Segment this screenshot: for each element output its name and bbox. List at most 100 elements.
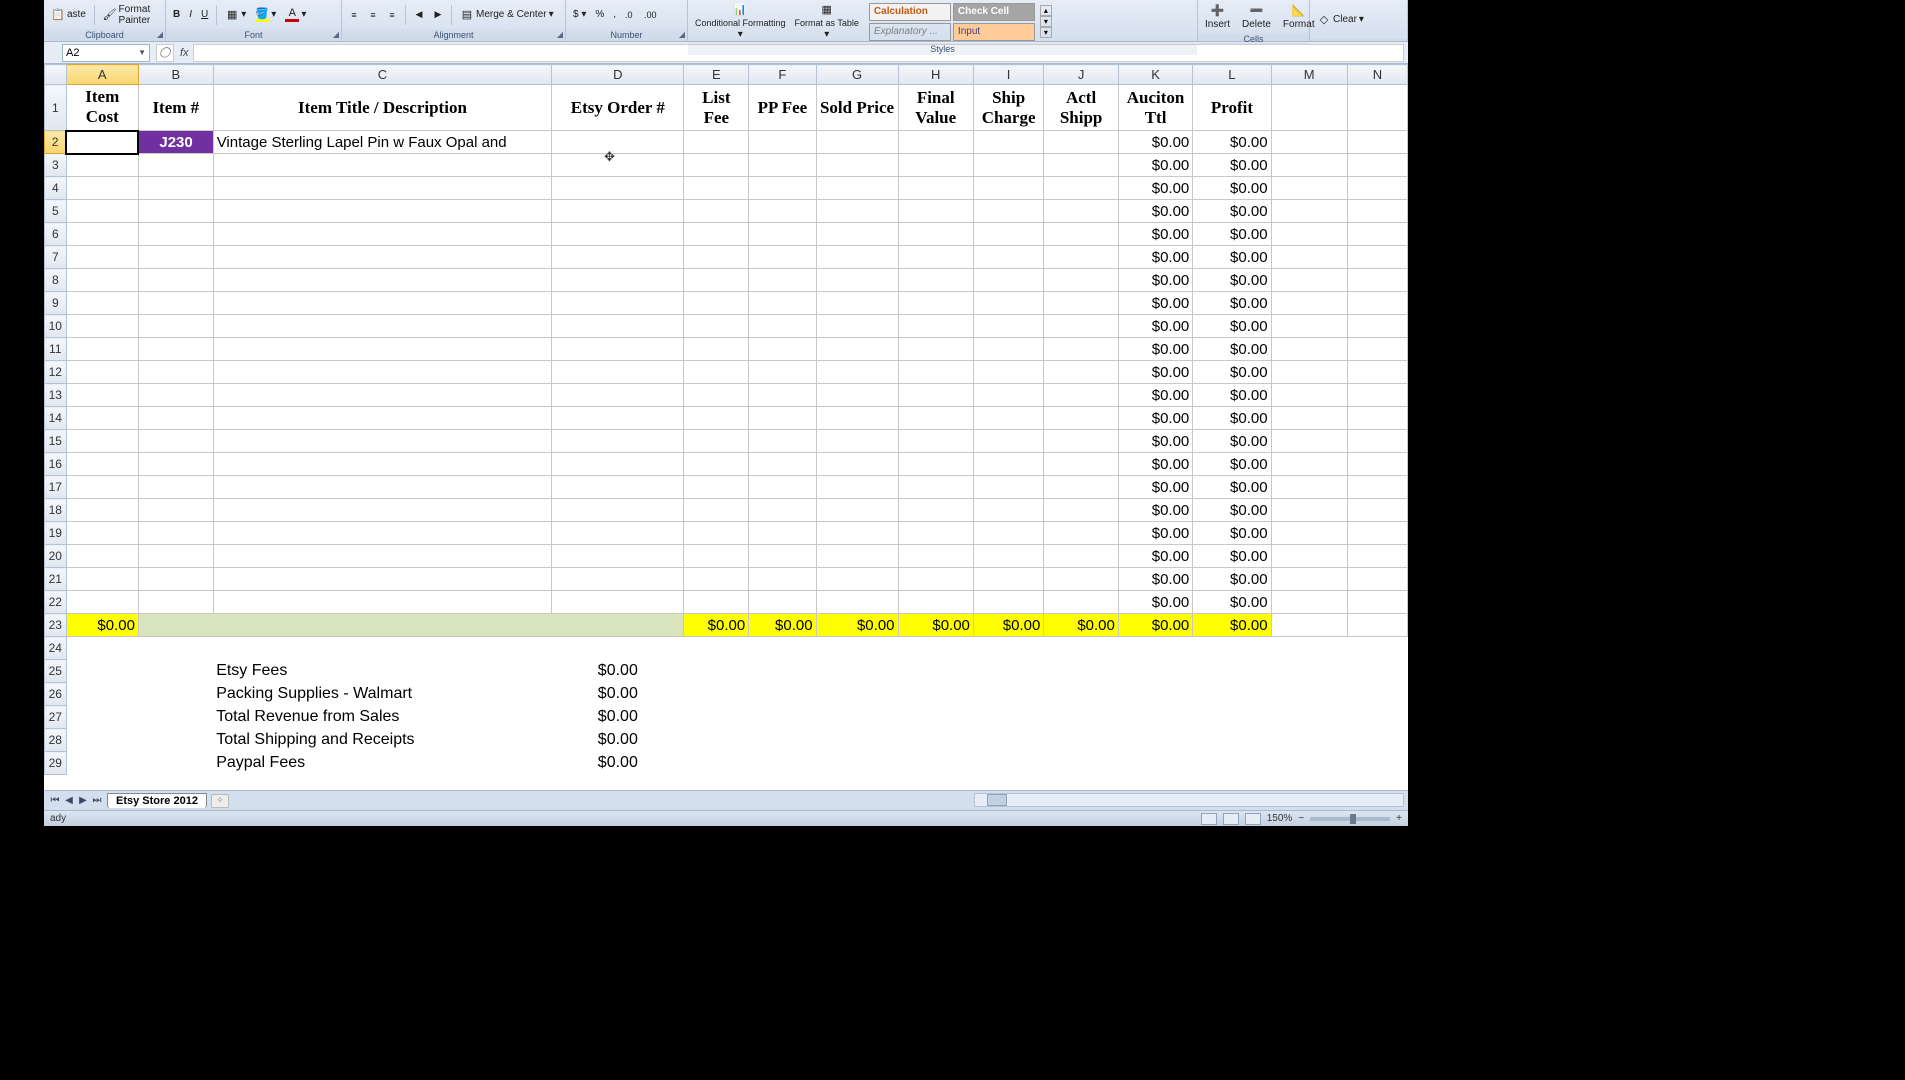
- cell[interactable]: [898, 476, 973, 499]
- cell[interactable]: [898, 660, 973, 683]
- cell[interactable]: [66, 522, 138, 545]
- cell[interactable]: [138, 660, 213, 683]
- style-explanatory[interactable]: Explanatory ...: [869, 23, 951, 41]
- header-cell[interactable]: Item #: [138, 85, 213, 131]
- cell[interactable]: [66, 499, 138, 522]
- cell[interactable]: [749, 683, 816, 706]
- cell[interactable]: [973, 545, 1043, 568]
- cell[interactable]: [1347, 706, 1407, 729]
- cell[interactable]: [552, 430, 684, 453]
- cell[interactable]: [138, 430, 213, 453]
- cell[interactable]: $0.00: [1193, 453, 1271, 476]
- cell[interactable]: [1271, 752, 1347, 775]
- cell[interactable]: [898, 384, 973, 407]
- cell[interactable]: [973, 729, 1043, 752]
- dialog-launcher-icon[interactable]: ◢: [679, 30, 685, 39]
- cell[interactable]: [684, 131, 749, 154]
- cell[interactable]: [1347, 522, 1407, 545]
- cell[interactable]: [898, 453, 973, 476]
- cell[interactable]: [1271, 85, 1347, 131]
- cell[interactable]: [749, 545, 816, 568]
- row-header[interactable]: 10: [45, 315, 67, 338]
- cell[interactable]: [1118, 729, 1192, 752]
- cell[interactable]: [816, 361, 898, 384]
- column-header[interactable]: I: [973, 65, 1043, 85]
- cell[interactable]: [66, 384, 138, 407]
- outdent-button[interactable]: ◀: [411, 9, 427, 21]
- cell[interactable]: [1347, 246, 1407, 269]
- tab-first-button[interactable]: ⏮: [48, 795, 62, 806]
- cell[interactable]: [1044, 683, 1119, 706]
- header-cell[interactable]: Etsy Order #: [552, 85, 684, 131]
- cell[interactable]: [816, 729, 898, 752]
- cell[interactable]: [552, 292, 684, 315]
- cell[interactable]: [973, 453, 1043, 476]
- cell[interactable]: $0.00: [1193, 545, 1271, 568]
- cell[interactable]: [1347, 384, 1407, 407]
- cell[interactable]: $0.00: [1118, 591, 1192, 614]
- cell[interactable]: [1271, 430, 1347, 453]
- row-header[interactable]: 15: [45, 430, 67, 453]
- spreadsheet-grid[interactable]: ABCDEFGHIJKLMN1ItemCostItem #Item Title …: [44, 64, 1408, 790]
- cell[interactable]: [749, 752, 816, 775]
- cell[interactable]: [1347, 683, 1407, 706]
- row-header[interactable]: 13: [45, 384, 67, 407]
- cell[interactable]: [749, 246, 816, 269]
- cell[interactable]: [138, 223, 213, 246]
- row-header[interactable]: 11: [45, 338, 67, 361]
- new-sheet-button[interactable]: ✧: [211, 794, 229, 808]
- cell[interactable]: [66, 660, 138, 683]
- cell[interactable]: [552, 637, 684, 660]
- cell[interactable]: $0.00: [1118, 476, 1192, 499]
- page-break-button[interactable]: [1245, 813, 1261, 825]
- cell[interactable]: [1347, 591, 1407, 614]
- cell[interactable]: [1347, 407, 1407, 430]
- cell[interactable]: $0.00: [1193, 292, 1271, 315]
- cell[interactable]: [138, 269, 213, 292]
- cell[interactable]: $0.00: [1193, 499, 1271, 522]
- cell[interactable]: [973, 591, 1043, 614]
- cell[interactable]: $0.00: [973, 614, 1043, 637]
- cell[interactable]: $0.00: [1193, 269, 1271, 292]
- cell[interactable]: [213, 430, 552, 453]
- normal-view-button[interactable]: [1201, 813, 1217, 825]
- cell[interactable]: [1193, 706, 1271, 729]
- cell[interactable]: [66, 338, 138, 361]
- cell[interactable]: $0.00: [1118, 292, 1192, 315]
- cell[interactable]: [66, 637, 138, 660]
- column-header[interactable]: N: [1347, 65, 1407, 85]
- cell[interactable]: [816, 453, 898, 476]
- cell[interactable]: [1044, 246, 1119, 269]
- row-header[interactable]: 17: [45, 476, 67, 499]
- cell[interactable]: [684, 476, 749, 499]
- cell[interactable]: [138, 752, 213, 775]
- cell[interactable]: [66, 591, 138, 614]
- column-header[interactable]: C: [213, 65, 552, 85]
- summary-value[interactable]: $0.00: [552, 706, 684, 729]
- cell[interactable]: [684, 660, 749, 683]
- column-header[interactable]: M: [1271, 65, 1347, 85]
- cell[interactable]: [684, 591, 749, 614]
- cell[interactable]: [1347, 200, 1407, 223]
- cell[interactable]: [684, 637, 749, 660]
- cell[interactable]: [684, 683, 749, 706]
- cell[interactable]: [138, 384, 213, 407]
- cell[interactable]: [749, 131, 816, 154]
- cell[interactable]: [213, 545, 552, 568]
- cell[interactable]: [749, 407, 816, 430]
- zoom-out-button[interactable]: −: [1298, 813, 1304, 824]
- cell[interactable]: [898, 315, 973, 338]
- cell[interactable]: [1347, 453, 1407, 476]
- cell[interactable]: [213, 499, 552, 522]
- style-input[interactable]: Input: [953, 23, 1035, 41]
- italic-button[interactable]: I: [186, 8, 195, 21]
- cell[interactable]: $0.00: [1193, 430, 1271, 453]
- cell[interactable]: [1044, 476, 1119, 499]
- cell[interactable]: $0.00: [1193, 591, 1271, 614]
- cell[interactable]: [684, 706, 749, 729]
- row-header[interactable]: 12: [45, 361, 67, 384]
- cell[interactable]: [816, 637, 898, 660]
- cell[interactable]: [1347, 568, 1407, 591]
- cell[interactable]: [1347, 177, 1407, 200]
- name-box[interactable]: A2▼: [62, 44, 150, 62]
